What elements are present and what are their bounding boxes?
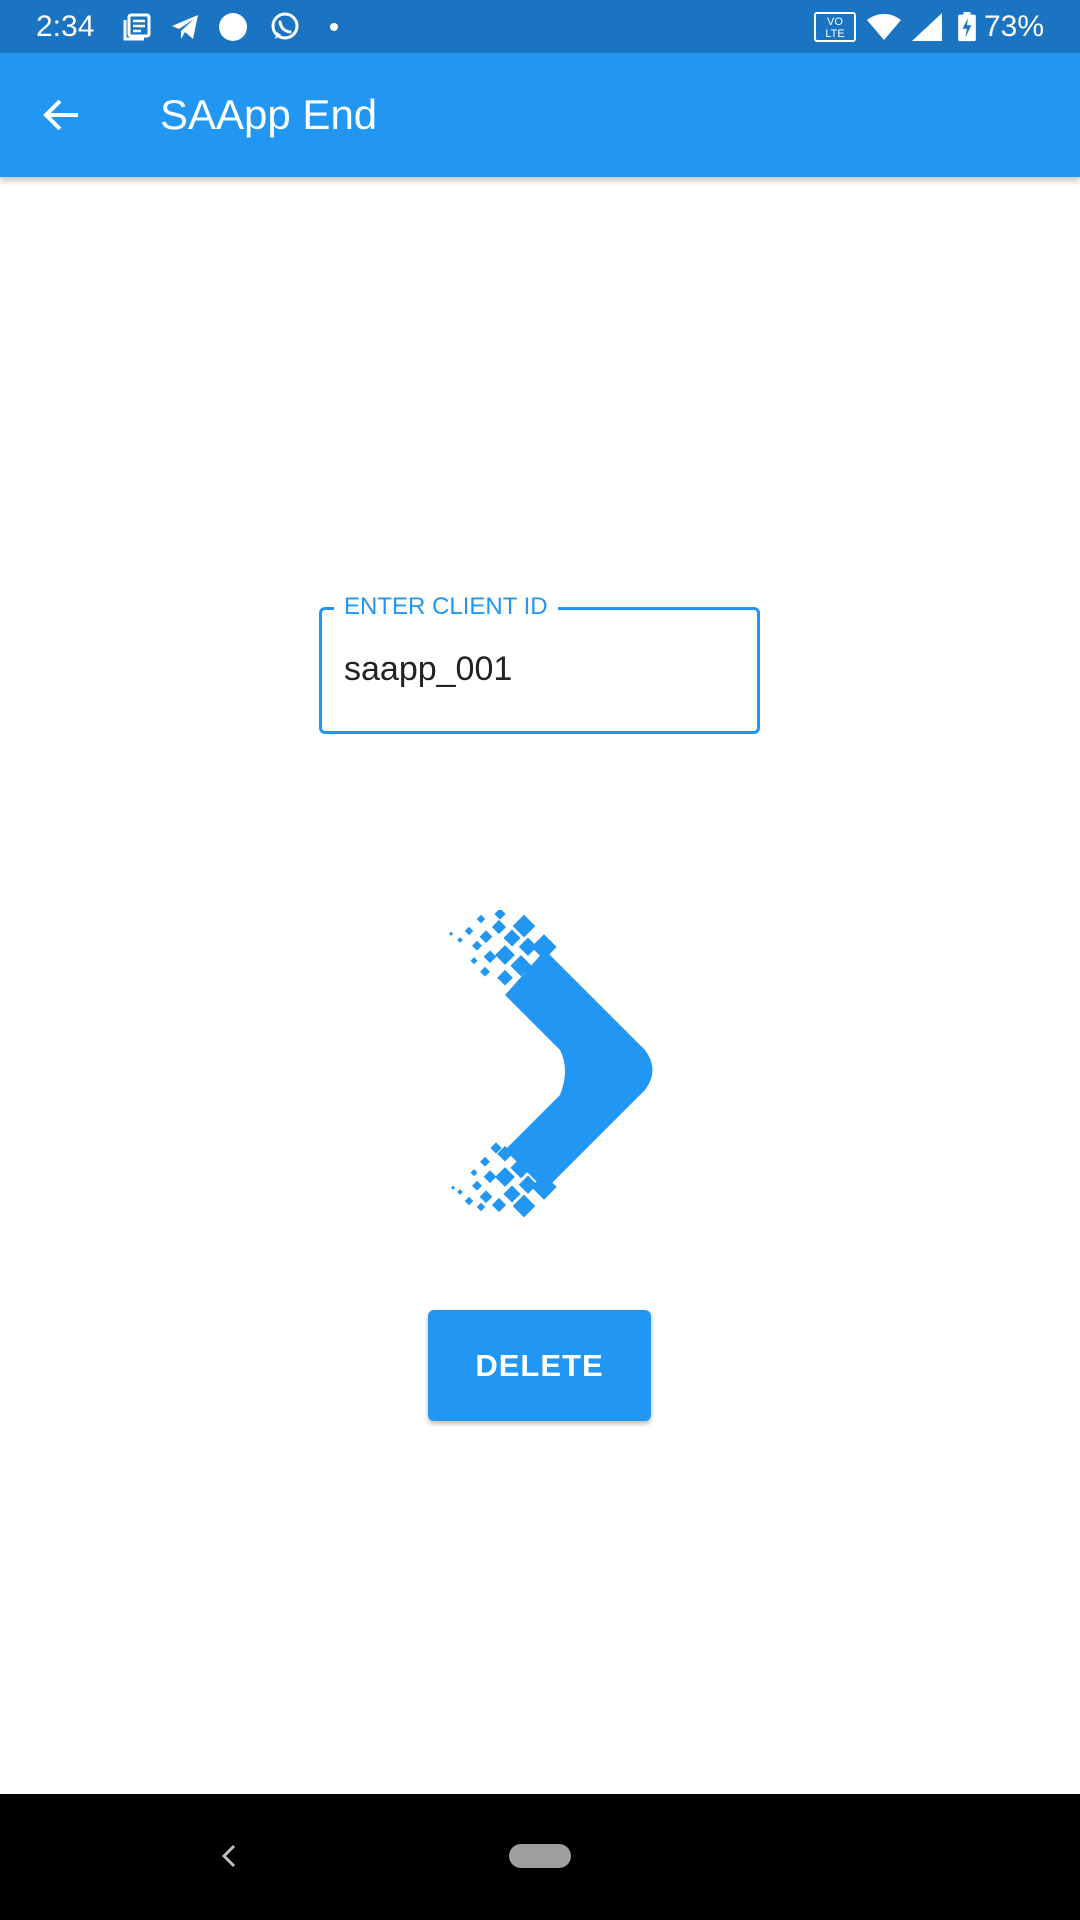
telegram-icon bbox=[172, 15, 198, 39]
volte-bottom-text: LTE bbox=[825, 28, 844, 40]
app-bar: SAApp End bbox=[0, 53, 1080, 177]
status-bar: 2:34 VO LTE 73% bbox=[0, 0, 1080, 53]
nav-back-icon[interactable] bbox=[214, 1834, 244, 1878]
dot-icon bbox=[330, 23, 338, 31]
client-id-input[interactable] bbox=[344, 646, 734, 692]
logo-chevron-icon bbox=[448, 910, 653, 1218]
delete-button[interactable]: DELETE bbox=[428, 1310, 651, 1421]
battery-charging-icon bbox=[958, 12, 976, 42]
whatsapp-icon bbox=[271, 12, 299, 40]
screen: 2:34 VO LTE 73% SAApp End ENTER CLIENT I… bbox=[0, 0, 1080, 1920]
volte-icon: VO LTE bbox=[814, 12, 856, 42]
back-button[interactable] bbox=[30, 83, 94, 147]
page-title: SAApp End bbox=[160, 91, 378, 138]
volte-top-text: VO bbox=[827, 16, 843, 28]
client-id-field[interactable]: ENTER CLIENT ID bbox=[319, 590, 760, 734]
nav-home-pill[interactable] bbox=[509, 1844, 571, 1868]
navigation-bar bbox=[0, 1794, 1080, 1920]
status-time: 2:34 bbox=[36, 10, 95, 43]
circle-notification-icon bbox=[219, 13, 247, 41]
news-icon bbox=[123, 13, 151, 41]
arrow-back-icon bbox=[43, 99, 78, 131]
battery-percent: 73% bbox=[983, 10, 1044, 43]
client-id-label: ENTER CLIENT ID bbox=[334, 590, 558, 624]
signal-icon bbox=[912, 13, 942, 41]
wifi-icon bbox=[867, 14, 901, 40]
